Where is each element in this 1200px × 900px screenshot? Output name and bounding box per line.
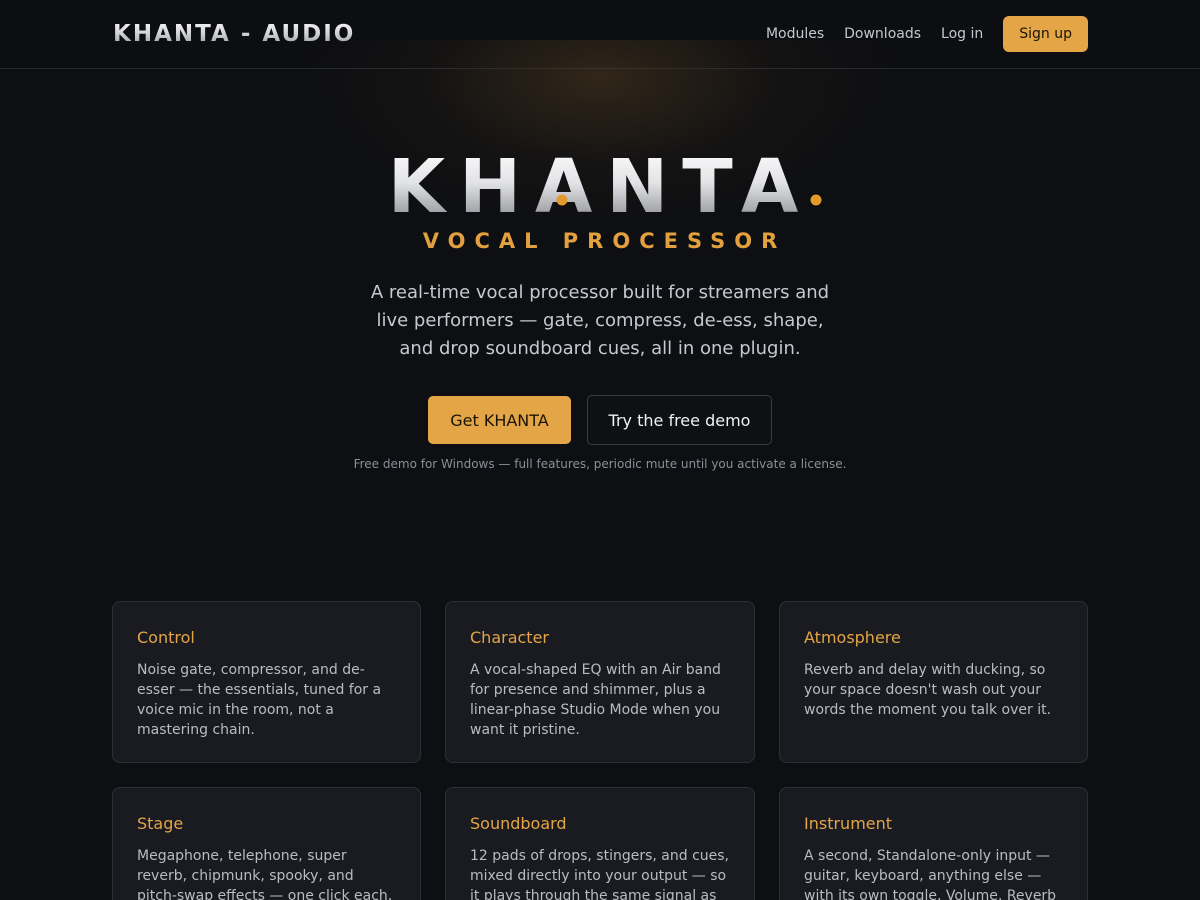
get-khanta-button[interactable]: Get KHANTA (428, 396, 571, 444)
feature-title: Control (137, 628, 195, 647)
feature-card-atmosphere: Atmosphere Reverb and delay with ducking… (779, 601, 1088, 763)
feature-card-instrument: Instrument A second, Standalone-only inp… (779, 787, 1088, 900)
feature-text: A second, Standalone-only input — guitar… (804, 848, 1057, 900)
hero-logo-wordmark: KHANTA (388, 150, 822, 216)
signup-button[interactable]: Sign up (1003, 16, 1088, 52)
feature-title: Soundboard (470, 814, 567, 833)
feature-text: Reverb and delay with ducking, so your s… (804, 662, 1052, 718)
hero-logo-subtitle: VOCAL PROCESSOR (422, 229, 787, 253)
feature-title: Character (470, 628, 549, 647)
hero-cta-row: Get KHANTA Try the free demo (0, 395, 1200, 445)
feature-title: Instrument (804, 814, 893, 833)
feature-text: Noise gate, compressor, and de-esser — t… (137, 662, 382, 738)
logo-dot-icon (556, 194, 568, 206)
nav-modules-link[interactable]: Modules (766, 26, 824, 42)
nav-downloads-link[interactable]: Downloads (844, 26, 921, 42)
try-demo-button[interactable]: Try the free demo (587, 395, 772, 445)
feature-text: Megaphone, telephone, super reverb, chip… (137, 848, 393, 900)
feature-text: A vocal-shaped EQ with an Air band for p… (470, 662, 721, 738)
feature-card-character: Character A vocal-shaped EQ with an Air … (445, 601, 755, 763)
feature-card-stage: Stage Megaphone, telephone, super reverb… (112, 787, 421, 900)
feature-card-soundboard: Soundboard 12 pads of drops, stingers, a… (445, 787, 755, 900)
feature-title: Atmosphere (804, 628, 901, 647)
site-header: KHANTA - AUDIO Modules Downloads Log in … (0, 0, 1200, 69)
feature-title: Stage (137, 814, 184, 833)
hero-logo: KHANTA (345, 150, 855, 216)
hero-logo-text: KHANTA (388, 150, 812, 216)
nav-login-link[interactable]: Log in (941, 26, 983, 42)
demo-fine-print: Free demo for Windows — full features, p… (353, 457, 847, 471)
hero-tagline: A real-time vocal processor built for st… (370, 282, 830, 359)
top-nav: Modules Downloads Log in Sign up (766, 16, 1088, 52)
brand-logo[interactable]: KHANTA - AUDIO (113, 19, 355, 49)
logo-dot-icon (810, 194, 822, 206)
page: KHANTA - AUDIO Modules Downloads Log in … (0, 0, 1200, 900)
feature-text: 12 pads of drops, stingers, and cues, mi… (470, 848, 729, 900)
feature-card-control: Control Noise gate, compressor, and de-e… (112, 601, 421, 763)
